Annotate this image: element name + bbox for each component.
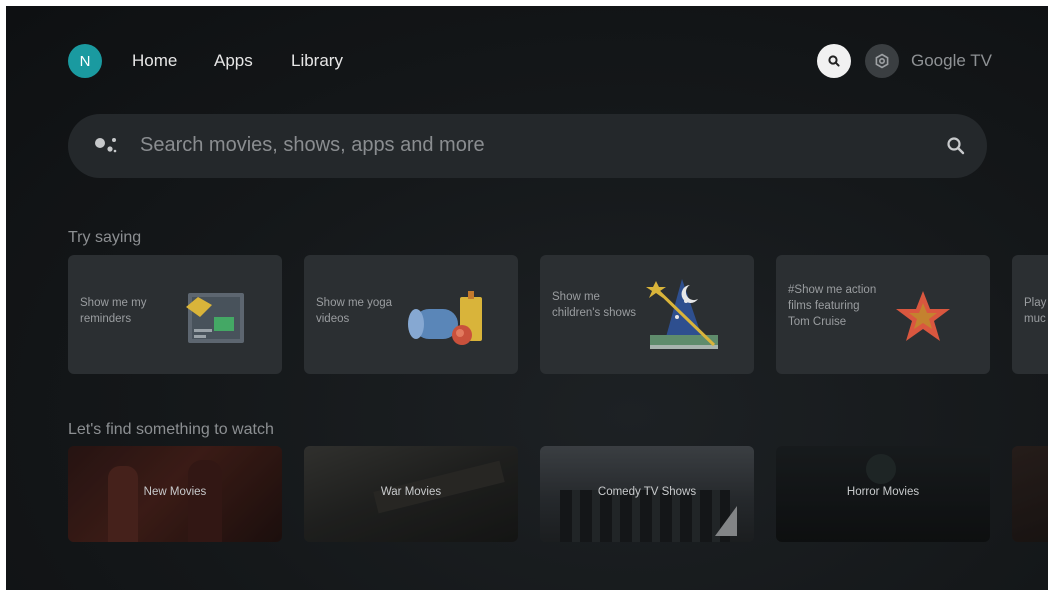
category-tile-war-movies[interactable]: War Movies (304, 446, 518, 542)
search-placeholder[interactable]: Search movies, shows, apps and more (140, 134, 485, 157)
google-tv-screen: N Home Apps Library Google TV Search mov… (6, 6, 1048, 590)
search-bar[interactable]: Search movies, shows, apps and more (68, 114, 987, 178)
suggestion-text: #Show me action films featuring Tom Crui… (788, 284, 877, 328)
reminders-illustration (186, 293, 244, 343)
tile-label: War Movies (380, 486, 442, 498)
suggestion-text: Show me children's shows (552, 291, 637, 319)
search-icon (828, 55, 840, 67)
suggestion-text: Show me yoga videos (316, 297, 393, 325)
category-tile-new-movies[interactable]: New Movies (68, 446, 282, 542)
gear-icon (875, 53, 889, 69)
tile-overlay (1012, 446, 1048, 542)
suggestion-card-reminders[interactable]: Show me my reminders (68, 255, 282, 374)
watch-heading: Let's find something to watch (68, 421, 274, 438)
suggestion-card-music[interactable]: Play muc (1012, 255, 1048, 374)
suggestion-text: Play muc (1024, 297, 1047, 325)
category-tile-partial[interactable] (1012, 446, 1048, 542)
google-tv-logo: Google TV (911, 51, 992, 70)
profile-avatar[interactable]: N (68, 44, 102, 78)
google-assistant-icon (95, 138, 117, 153)
suggestion-card-action-films[interactable]: #Show me action films featuring Tom Crui… (776, 255, 990, 374)
category-tile-comedy-tv-shows[interactable]: Comedy TV Shows (540, 446, 754, 542)
category-tile-horror-movies[interactable]: Horror Movies (776, 446, 990, 542)
tile-label: Horror Movies (846, 486, 920, 498)
suggestion-text: Show me my reminders (80, 297, 147, 325)
suggestion-card-childrens-shows[interactable]: Show me children's shows (540, 255, 754, 374)
wizard-illustration (646, 279, 718, 349)
nav-apps[interactable]: Apps (214, 51, 253, 71)
star-illustration (896, 291, 950, 341)
try-saying-heading: Try saying (68, 229, 142, 246)
nav-library[interactable]: Library (291, 51, 343, 71)
search-button[interactable] (817, 44, 851, 78)
tile-label: New Movies (143, 486, 207, 498)
search-icon[interactable] (946, 136, 966, 156)
nav-home[interactable]: Home (132, 51, 177, 71)
suggestion-card-yoga[interactable]: Show me yoga videos (304, 255, 518, 374)
yoga-illustration (408, 291, 482, 345)
settings-button[interactable] (865, 44, 899, 78)
tile-label: Comedy TV Shows (597, 486, 697, 498)
